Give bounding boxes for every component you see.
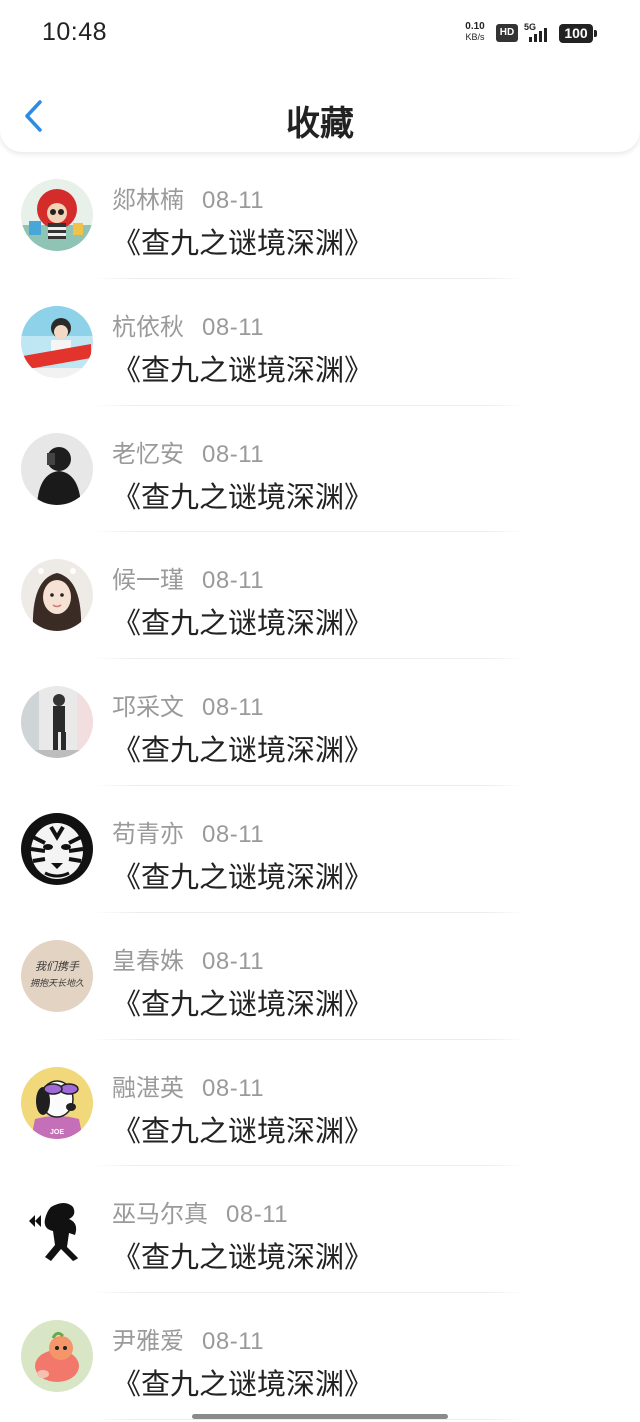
item-date: 08-11 <box>226 1201 289 1229</box>
item-date: 08-11 <box>202 1328 265 1356</box>
work-title[interactable]: 《查九之谜境深渊》 <box>112 1361 373 1403</box>
user-avatar[interactable] <box>21 559 93 632</box>
work-title[interactable]: 《查九之谜境深渊》 <box>112 220 373 262</box>
favorite-item[interactable]: 苟青亦 08-11 《查九之谜境深渊》 <box>0 786 640 913</box>
item-date: 08-11 <box>202 313 265 341</box>
chevron-left-icon <box>25 100 42 132</box>
user-avatar[interactable] <box>21 179 93 251</box>
shirt-text: JOE <box>50 1129 64 1136</box>
back-button[interactable] <box>16 92 56 140</box>
user-avatar[interactable] <box>21 686 93 759</box>
user-name: 郯林楠 <box>112 186 184 214</box>
status-time: 10:48 <box>42 18 108 46</box>
favorite-item[interactable]: 候一瑾 08-11 《查九之谜境深渊》 <box>0 532 640 660</box>
user-avatar[interactable] <box>21 1193 93 1266</box>
favorite-item[interactable]: 杭依秋 08-11 《查九之谜境深渊》 <box>0 279 640 406</box>
item-meta: 杭依秋 08-11 <box>112 307 264 342</box>
item-meta: 皇春姝 08-11 <box>112 941 264 976</box>
item-meta: 巫马尔真 08-11 <box>112 1194 288 1229</box>
silhouette-girl-avatar-icon <box>21 1193 93 1266</box>
favorite-item[interactable]: 邛采文 08-11 《查九之谜境深渊》 <box>0 659 640 786</box>
item-meta: 候一瑾 08-11 <box>112 560 264 595</box>
item-date: 08-11 <box>202 440 265 468</box>
handwriting-avatar-icon: 我们携手 拥抱天长地久 <box>21 939 93 1012</box>
user-avatar[interactable] <box>21 1320 93 1393</box>
item-meta: 融湛英 08-11 <box>112 1068 264 1103</box>
item-date: 08-11 <box>202 694 265 722</box>
signal-strength-icon: 5G <box>524 22 552 44</box>
page-title: 收藏 <box>286 104 354 144</box>
user-avatar[interactable]: JOE <box>21 1066 93 1139</box>
favorite-item[interactable]: JOE 融湛英 08-11 《查九之谜境深渊》 <box>0 1040 640 1167</box>
item-meta: 郯林楠 08-11 <box>112 180 264 215</box>
user-name: 邛采文 <box>112 693 184 722</box>
user-avatar[interactable]: 我们携手 拥抱天长地久 <box>21 939 93 1012</box>
network-speed: 0.10 KB/s <box>459 21 491 43</box>
standing-man-avatar-icon <box>21 686 93 759</box>
girl-portrait-avatar-icon <box>21 559 93 632</box>
network-speed-unit: KB/s <box>465 32 485 42</box>
item-date: 08-11 <box>202 947 265 975</box>
user-name: 老忆安 <box>112 439 184 468</box>
work-title[interactable]: 《查九之谜境深渊》 <box>112 1108 373 1150</box>
user-name: 候一瑾 <box>112 566 184 595</box>
item-meta: 苟青亦 08-11 <box>112 814 264 849</box>
network-speed-value: 0.10 <box>465 21 485 32</box>
user-name: 巫马尔真 <box>112 1200 208 1229</box>
item-meta: 老忆安 08-11 <box>112 434 264 469</box>
work-title[interactable]: 《查九之谜境深渊》 <box>112 600 373 642</box>
divider <box>93 1418 527 1420</box>
work-title[interactable]: 《查九之谜境深渊》 <box>112 474 373 516</box>
handwriting-line-1: 我们携手 <box>35 960 80 973</box>
dark-figure-avatar-icon <box>21 432 93 505</box>
item-meta: 尹雅爱 08-11 <box>112 1321 264 1356</box>
girl-banner-avatar-icon <box>21 305 93 378</box>
doll-avatar-icon <box>21 179 93 251</box>
work-title[interactable]: 《查九之谜境深渊》 <box>112 1234 373 1276</box>
work-title[interactable]: 《查九之谜境深渊》 <box>112 981 373 1023</box>
user-name: 融湛英 <box>112 1073 184 1102</box>
favorite-item[interactable]: 老忆安 08-11 《查九之谜境深渊》 <box>0 406 640 533</box>
handwriting-line-2: 拥抱天长地久 <box>30 978 84 989</box>
work-title[interactable]: 《查九之谜境深渊》 <box>112 727 373 769</box>
user-name: 皇春姝 <box>112 946 184 975</box>
hd-icon: HD <box>496 24 518 42</box>
item-date: 08-11 <box>202 1074 265 1102</box>
status-bar: 10:48 0.10 KB/s HD 5G 100 <box>0 0 640 70</box>
user-name: 杭依秋 <box>112 312 184 341</box>
user-avatar[interactable] <box>21 812 93 885</box>
favorite-item[interactable]: 尹雅爱 08-11 《查九之谜境深渊》 <box>0 1293 640 1420</box>
battery-icon: 100 <box>559 24 597 43</box>
item-date: 08-11 <box>202 187 265 214</box>
favorites-list: 郯林楠 08-11 《查九之谜境深渊》 杭依秋 08-11 《查九之谜境深渊》 <box>0 152 640 1420</box>
home-indicator[interactable] <box>192 1414 448 1419</box>
work-title[interactable]: 《查九之谜境深渊》 <box>112 347 373 389</box>
favorite-item[interactable]: 郯林楠 08-11 《查九之谜境深渊》 <box>0 152 640 279</box>
item-meta: 邛采文 08-11 <box>112 687 264 722</box>
user-avatar[interactable] <box>21 305 93 378</box>
cartoon-fish-avatar-icon <box>21 1320 93 1393</box>
tiger-avatar-icon <box>21 812 93 885</box>
work-title[interactable]: 《查九之谜境深渊》 <box>112 854 373 896</box>
user-name: 尹雅爱 <box>112 1327 184 1356</box>
top-bar: 10:48 0.10 KB/s HD 5G 100 收藏 <box>0 0 640 152</box>
item-date: 08-11 <box>202 567 265 595</box>
user-name: 苟青亦 <box>112 819 184 848</box>
network-type-label: 5G <box>524 22 537 32</box>
item-date: 08-11 <box>202 820 265 848</box>
snoopy-avatar-icon: JOE <box>21 1066 93 1139</box>
favorite-item[interactable]: 巫马尔真 08-11 《查九之谜境深渊》 <box>0 1166 640 1294</box>
user-avatar[interactable] <box>21 432 93 505</box>
favorite-item[interactable]: 我们携手 拥抱天长地久 皇春姝 08-11 《查九之谜境深渊》 <box>0 913 640 1040</box>
